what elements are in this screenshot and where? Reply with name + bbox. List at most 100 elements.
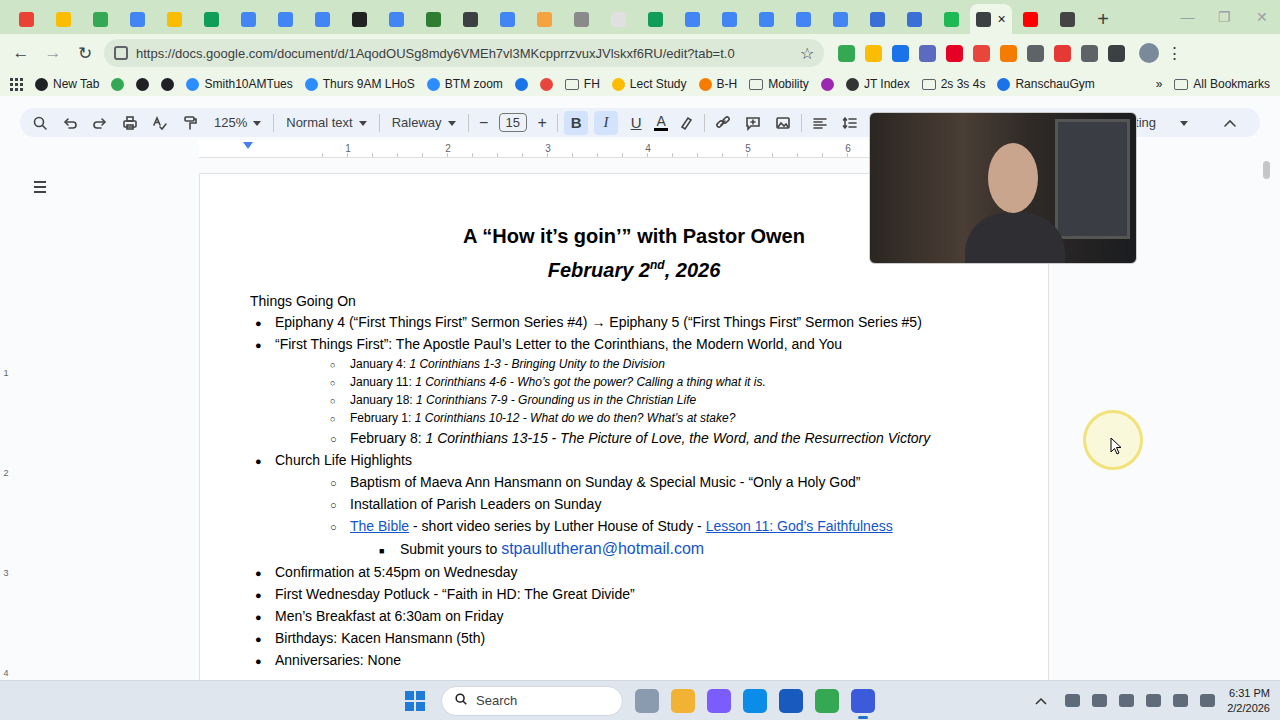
collapse-toolbar-icon[interactable] <box>1218 111 1242 135</box>
bookmark-item[interactable] <box>540 78 553 91</box>
taskbar-app-icon[interactable] <box>671 689 695 713</box>
taskbar-app-icon[interactable] <box>707 689 731 713</box>
browser-tab[interactable] <box>1012 4 1049 34</box>
taskbar-app-icon[interactable] <box>743 689 767 713</box>
extension-icon[interactable] <box>946 45 963 62</box>
browser-tab[interactable] <box>748 4 785 34</box>
browser-tab[interactable] <box>896 4 933 34</box>
browser-tab[interactable] <box>193 4 230 34</box>
bookmark-item[interactable]: BTM zoom <box>427 77 503 91</box>
windows-start-icon[interactable] <box>405 691 425 711</box>
browser-tab[interactable] <box>378 4 415 34</box>
bookmark-item[interactable]: RanschauGym <box>997 77 1094 91</box>
volume-icon[interactable] <box>1173 694 1188 707</box>
line-spacing-icon[interactable] <box>838 111 862 135</box>
underline-button[interactable]: U <box>624 111 648 135</box>
link[interactable]: Lesson 11: God’s Faithfulness <box>706 518 893 534</box>
bookmark-star-button[interactable]: ☆ <box>800 44 814 63</box>
spellcheck-icon[interactable] <box>148 111 172 135</box>
bookmark-item[interactable]: 2s 3s 4s <box>922 77 986 91</box>
browser-tab[interactable] <box>489 4 526 34</box>
close-tab-button[interactable]: × <box>997 12 1005 26</box>
editing-mode[interactable]: diting <box>1119 111 1252 135</box>
taskbar-app-icon[interactable] <box>815 689 839 713</box>
extension-icon[interactable] <box>1081 45 1098 62</box>
browser-tab[interactable] <box>1049 4 1086 34</box>
taskbar-search[interactable]: Search <box>441 686 623 716</box>
browser-tab[interactable] <box>304 4 341 34</box>
extension-icon[interactable] <box>1054 45 1071 62</box>
chrome-menu-button[interactable]: ⋮ <box>1165 43 1183 64</box>
taskbar-app-icon[interactable] <box>851 689 875 713</box>
bookmark-item[interactable] <box>111 78 124 91</box>
browser-tab[interactable] <box>674 4 711 34</box>
new-tab-button[interactable]: + <box>1086 4 1120 34</box>
highlight-icon[interactable] <box>674 111 698 135</box>
text-color-button[interactable]: A <box>654 114 668 131</box>
bookmark-item[interactable]: Smith10AMTues <box>186 77 292 91</box>
extension-icon[interactable] <box>1108 45 1125 62</box>
apps-grid-icon[interactable] <box>10 78 23 91</box>
taskbar-app-icon[interactable] <box>779 689 803 713</box>
taskbar-app-icon[interactable] <box>635 689 659 713</box>
browser-tab[interactable] <box>637 4 674 34</box>
bookmark-item[interactable] <box>136 78 149 91</box>
extension-icon[interactable] <box>838 45 855 62</box>
zoom-dropdown[interactable]: 125% <box>208 115 267 130</box>
show-hidden-icons-icon[interactable] <box>1029 689 1053 713</box>
reload-button[interactable]: ↻ <box>72 43 98 64</box>
browser-tab[interactable] <box>785 4 822 34</box>
link-icon[interactable] <box>711 111 735 135</box>
link[interactable]: stpaullutheran@hotmail.com <box>501 540 704 557</box>
browser-tab[interactable] <box>822 4 859 34</box>
indent-marker-icon[interactable] <box>243 142 253 149</box>
clock[interactable]: 6:31 PM2/2/2026 <box>1227 686 1270 716</box>
site-info-icon[interactable] <box>114 46 128 60</box>
extension-icon[interactable] <box>973 45 990 62</box>
font-dropdown[interactable]: Raleway <box>386 115 462 130</box>
battery-icon[interactable] <box>1200 694 1215 707</box>
extension-icon[interactable] <box>892 45 909 62</box>
browser-tab[interactable] <box>711 4 748 34</box>
browser-tab[interactable] <box>8 4 45 34</box>
browser-tab[interactable]: × <box>970 4 1012 34</box>
forward-button[interactable]: → <box>40 43 66 63</box>
bookmark-item[interactable]: FH <box>565 77 600 91</box>
bookmark-item[interactable]: B-H <box>699 77 738 91</box>
more-bookmarks-button[interactable]: » <box>1156 77 1163 91</box>
all-bookmarks-button[interactable]: All Bookmarks <box>1174 77 1270 91</box>
address-bar[interactable]: https://docs.google.com/document/d/1Aqod… <box>104 39 824 67</box>
redo-icon[interactable] <box>88 111 112 135</box>
bookmark-item[interactable]: New Tab <box>35 77 99 91</box>
bookmark-item[interactable]: Lect Study <box>612 77 687 91</box>
add-comment-icon[interactable] <box>741 111 765 135</box>
link[interactable]: The Bible <box>350 518 409 534</box>
browser-tab[interactable] <box>933 4 970 34</box>
bookmark-item[interactable] <box>161 78 174 91</box>
style-dropdown[interactable]: Normal text <box>280 115 372 130</box>
undo-icon[interactable] <box>58 111 82 135</box>
browser-tab[interactable] <box>82 4 119 34</box>
browser-tab[interactable] <box>600 4 637 34</box>
browser-tab[interactable] <box>230 4 267 34</box>
print-icon[interactable] <box>118 111 142 135</box>
browser-tab[interactable] <box>452 4 489 34</box>
bookmark-item[interactable]: Thurs 9AM LHoS <box>305 77 415 91</box>
bold-button[interactable]: B <box>564 111 588 135</box>
url-text[interactable]: https://docs.google.com/document/d/1Aqod… <box>136 46 792 61</box>
browser-tab[interactable] <box>341 4 378 34</box>
sync-icon[interactable] <box>1092 694 1107 707</box>
bookmark-item[interactable] <box>515 78 528 91</box>
wifi-icon[interactable] <box>1146 694 1161 707</box>
browser-tab[interactable] <box>526 4 563 34</box>
extension-icon[interactable] <box>919 45 936 62</box>
document-outline-icon[interactable] <box>34 181 46 193</box>
close-window-button[interactable]: ✕ <box>1243 9 1280 25</box>
browser-tab[interactable] <box>156 4 193 34</box>
bookmark-item[interactable] <box>821 78 834 91</box>
search-menus-icon[interactable] <box>28 111 52 135</box>
extension-icon[interactable] <box>1027 45 1044 62</box>
extension-icon[interactable] <box>1000 45 1017 62</box>
browser-tab[interactable] <box>415 4 452 34</box>
bookmark-item[interactable]: Mobility <box>749 77 809 91</box>
